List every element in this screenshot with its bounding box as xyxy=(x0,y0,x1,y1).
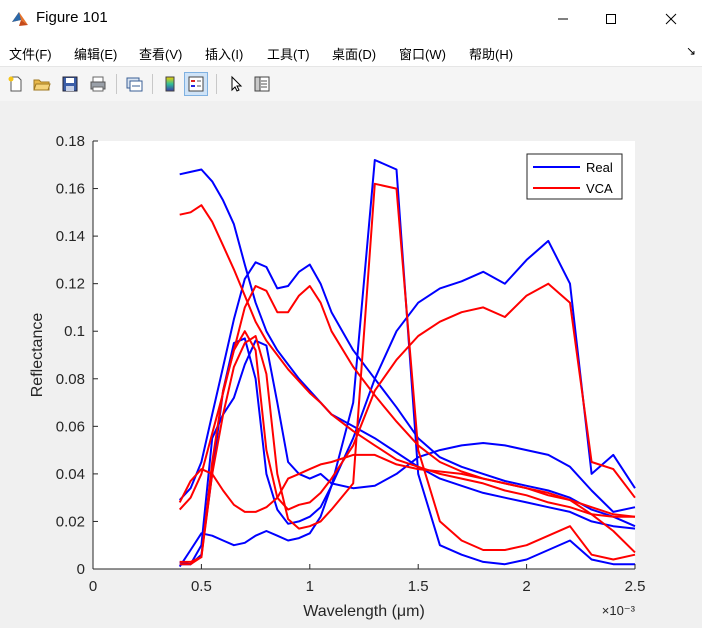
y-ticks: 0 0.02 0.04 0.06 0.08 0.1 0.12 0.14 0.16 0.18 xyxy=(56,133,98,578)
y-tick-label: 0.12 xyxy=(56,276,85,293)
matlab-logo-icon xyxy=(10,9,30,29)
legend[interactable]: Real VCA xyxy=(526,153,623,200)
axes-background[interactable] xyxy=(93,141,635,569)
open-file-icon xyxy=(33,79,51,91)
legend-vca-label: VCA xyxy=(586,181,613,196)
minimize-button[interactable] xyxy=(540,0,586,38)
maximize-icon xyxy=(606,14,616,24)
y-tick-label: 0.04 xyxy=(56,466,85,483)
x-axis-label: Wavelength (μm) xyxy=(303,603,425,620)
figure-toolbar xyxy=(0,66,702,102)
x-exponent-label: ×10⁻³ xyxy=(602,603,636,618)
menu-view[interactable]: 查看(V) xyxy=(139,44,182,63)
maximize-button[interactable] xyxy=(588,0,634,38)
x-tick-label: 1 xyxy=(306,578,314,595)
window-titlebar: Figure 101 xyxy=(0,0,702,38)
toolbar-separator xyxy=(116,74,117,94)
legend-real-label: Real xyxy=(586,160,613,175)
menu-dock-arrow-icon[interactable]: ↘ xyxy=(686,44,696,58)
close-button[interactable] xyxy=(648,0,694,38)
y-tick-label: 0.1 xyxy=(64,323,85,340)
x-tick-label: 2.5 xyxy=(625,578,646,595)
edit-plot-button[interactable] xyxy=(224,72,248,96)
save-icon xyxy=(62,76,78,92)
menu-desktop[interactable]: 桌面(D) xyxy=(332,44,376,63)
toolbar-separator xyxy=(216,74,217,94)
x-tick-label: 2 xyxy=(522,578,530,595)
property-inspector-icon xyxy=(254,76,270,92)
window-title: Figure 101 xyxy=(36,9,108,26)
y-tick-label: 0.14 xyxy=(56,228,85,245)
menu-bar: 文件(F) 编辑(E) 查看(V) 插入(I) 工具(T) 桌面(D) 窗口(W… xyxy=(0,38,702,66)
print-button[interactable] xyxy=(86,72,110,96)
y-tick-label: 0.06 xyxy=(56,418,85,435)
y-tick-label: 0.08 xyxy=(56,371,85,388)
figure-canvas: 0 0.5 1 1.5 2 2.5 0 0.02 0.04 0.06 0.08 0.1 0.12 0.1… xyxy=(0,101,702,628)
x-tick-label: 1.5 xyxy=(408,578,429,595)
open-file-button[interactable] xyxy=(30,72,54,96)
edit-plot-pointer-icon xyxy=(231,75,243,92)
menu-file[interactable]: 文件(F) xyxy=(9,44,52,63)
menu-tools[interactable]: 工具(T) xyxy=(267,44,310,63)
property-inspector-button[interactable] xyxy=(250,72,274,96)
menu-help[interactable]: 帮助(H) xyxy=(469,44,513,63)
link-plot-button[interactable] xyxy=(122,72,146,96)
new-figure-button[interactable] xyxy=(4,72,28,96)
insert-legend-button[interactable] xyxy=(184,72,208,96)
y-axis-label: Reflectance xyxy=(29,313,46,398)
toolbar-separator xyxy=(152,74,153,94)
plot-svg: 0 0.5 1 1.5 2 2.5 0 0.02 0.04 0.06 0.08 0.1 0.12 0.1… xyxy=(29,133,646,620)
x-tick-label: 0.5 xyxy=(191,578,212,595)
insert-colorbar-icon xyxy=(165,76,175,92)
y-tick-label: 0.02 xyxy=(56,513,85,530)
new-figure-icon xyxy=(8,76,22,92)
minimize-icon xyxy=(558,18,568,20)
menu-insert[interactable]: 插入(I) xyxy=(205,44,243,63)
x-tick-label: 0 xyxy=(89,578,97,595)
y-tick-label: 0 xyxy=(77,561,85,578)
insert-legend-icon xyxy=(188,76,204,92)
y-tick-label: 0.16 xyxy=(56,181,85,198)
save-button[interactable] xyxy=(58,72,82,96)
link-plot-icon xyxy=(126,77,143,92)
menu-window[interactable]: 窗口(W) xyxy=(399,44,446,63)
close-icon xyxy=(665,13,677,25)
insert-colorbar-button[interactable] xyxy=(158,72,182,96)
print-icon xyxy=(90,76,106,92)
menu-edit[interactable]: 编辑(E) xyxy=(74,44,117,63)
y-tick-label: 0.18 xyxy=(56,133,85,150)
